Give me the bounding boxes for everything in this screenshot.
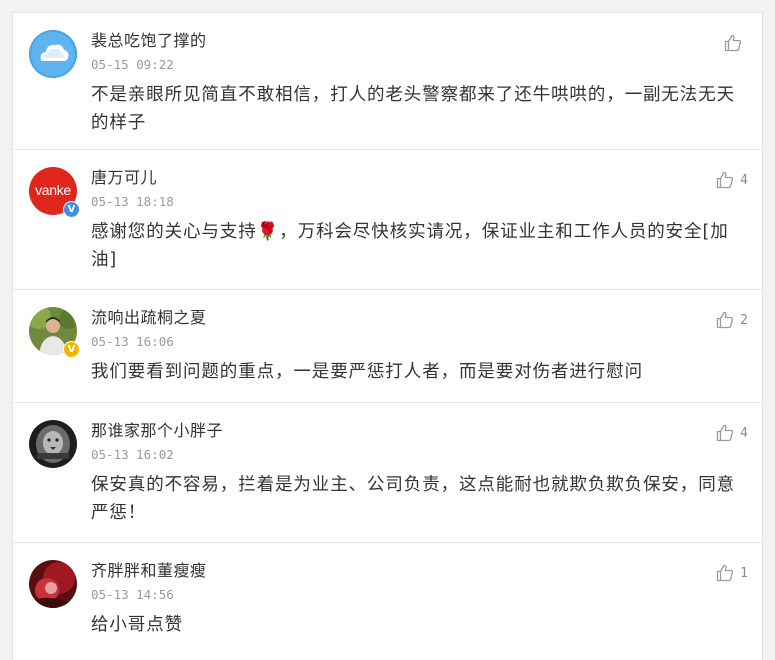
- like-button[interactable]: 4: [715, 169, 748, 191]
- avatar[interactable]: [29, 30, 77, 78]
- username[interactable]: 唐万可儿: [91, 168, 157, 188]
- comment-item: 齐胖胖和董瘦瘦 05-13 14:56 给小哥点赞 1: [13, 543, 762, 660]
- avatar[interactable]: [29, 420, 77, 468]
- thumbs-up-icon: [724, 34, 742, 52]
- verified-badge-icon: V: [63, 341, 80, 358]
- comment-time: 05-13 16:06: [91, 334, 174, 349]
- cloud-icon: [29, 30, 77, 78]
- thumbs-up-icon: [717, 311, 734, 329]
- username[interactable]: 齐胖胖和董瘦瘦: [91, 561, 207, 581]
- comment-time: 05-13 18:18: [91, 194, 174, 209]
- username[interactable]: 流响出疏桐之夏: [91, 308, 207, 328]
- red-photo: [29, 560, 77, 608]
- verified-badge-icon: V: [63, 201, 80, 218]
- like-button[interactable]: [723, 32, 748, 54]
- avatar[interactable]: [29, 560, 77, 608]
- comment-text: 保安真的不容易，拦着是为业主、公司负责，这点能耐也就欺负欺负保安，同意严惩！: [91, 475, 735, 523]
- comment-item: V 流响出疏桐之夏 05-13 16:06 我们要看到问题的重点，一是要严惩打人…: [13, 290, 762, 403]
- like-count: 4: [740, 172, 748, 188]
- like-button[interactable]: 1: [715, 562, 748, 584]
- username[interactable]: 那谁家那个小胖子: [91, 421, 223, 441]
- username[interactable]: 裴总吃饱了撑的: [91, 31, 207, 51]
- comment-text: 我们要看到问题的重点，一是要严惩打人者，而是要对伤者进行慰问: [91, 362, 643, 382]
- thumbs-up-icon: [717, 564, 734, 582]
- thumbs-up-icon: [717, 171, 734, 189]
- like-count: 1: [740, 565, 748, 581]
- comment-text: 给小哥点赞: [91, 615, 183, 635]
- like-count: 4: [740, 425, 748, 441]
- comment-item: 裴总吃饱了撑的 05-15 09:22 不是亲眼所见简直不敢相信，打人的老头警察…: [13, 13, 762, 150]
- comment-text: 感谢您的关心与支持🌹，万科会尽快核实请况，保证业主和工作人员的安全[加油]: [91, 222, 729, 270]
- avatar[interactable]: V: [29, 307, 80, 358]
- comment-item: 那谁家那个小胖子 05-13 16:02 保安真的不容易，拦着是为业主、公司负责…: [13, 403, 762, 543]
- avatar[interactable]: vanke V: [29, 167, 80, 218]
- like-button[interactable]: 4: [715, 422, 748, 444]
- comment-time: 05-13 14:56: [91, 587, 174, 602]
- like-count: 2: [740, 312, 748, 328]
- comment-time: 05-15 09:22: [91, 57, 174, 72]
- lion-photo: [29, 420, 77, 468]
- comment-text: 不是亲眼所见简直不敢相信，打人的老头警察都来了还牛哄哄的，一副无法无天的样子: [91, 85, 735, 133]
- like-button[interactable]: 2: [715, 309, 748, 331]
- vanke-logo: vanke: [35, 182, 71, 198]
- comment-item: vanke V 唐万可儿 05-13 18:18 感谢您的关心与支持🌹，万科会尽…: [13, 150, 762, 290]
- comment-list: 裴总吃饱了撑的 05-15 09:22 不是亲眼所见简直不敢相信，打人的老头警察…: [12, 12, 763, 660]
- comment-time: 05-13 16:02: [91, 447, 174, 462]
- thumbs-up-icon: [717, 424, 734, 442]
